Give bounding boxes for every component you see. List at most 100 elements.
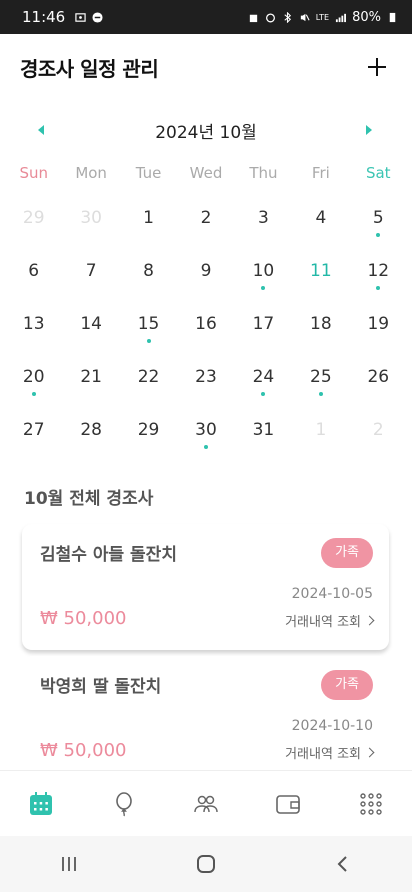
calendar-day[interactable]: 10 <box>235 251 292 304</box>
calendar-day-number: 21 <box>80 367 102 387</box>
nav-calendar[interactable] <box>0 771 82 837</box>
weekday-tue: Tue <box>135 164 162 182</box>
event-tag-badge: 가족 <box>321 538 373 568</box>
calendar-day[interactable]: 23 <box>177 357 234 410</box>
calendar-day[interactable]: 9 <box>177 251 234 304</box>
calendar-day[interactable]: 5 <box>350 198 407 251</box>
calendar-day[interactable]: 28 <box>62 410 119 463</box>
event-name: 김철수 아들 돌잔치 <box>40 545 177 565</box>
calendar-day[interactable]: 3 <box>235 198 292 251</box>
calendar-day-number: 23 <box>195 367 217 387</box>
calendar-day-number: 13 <box>22 314 45 334</box>
calendar-day[interactable]: 12 <box>350 251 407 304</box>
calendar-day-number: 6 <box>28 261 40 281</box>
back-button[interactable] <box>275 836 412 892</box>
calendar-day[interactable]: 30 <box>177 410 234 463</box>
calendar-day[interactable]: 18 <box>292 304 349 357</box>
calendar-day[interactable]: 20 <box>5 357 62 410</box>
calendar-day-number: 8 <box>143 261 154 281</box>
calendar-day-number: 1 <box>143 208 154 228</box>
transaction-history-label: 거래내역 조회 <box>285 747 361 762</box>
battery-icon <box>389 12 396 22</box>
calendar-day-number: 14 <box>80 314 102 334</box>
battery-level: 80% <box>352 9 381 25</box>
month-title: 2024년 10월 <box>155 122 257 143</box>
calendar-day[interactable]: 24 <box>235 357 292 410</box>
calendar-day-today[interactable]: 11 <box>292 251 349 304</box>
weekday-sun: Sun <box>19 164 48 182</box>
calendar-day[interactable]: 21 <box>62 357 119 410</box>
calendar-day[interactable]: 16 <box>177 304 234 357</box>
next-month-button[interactable] <box>362 123 376 137</box>
calendar-day[interactable]: 31 <box>235 410 292 463</box>
add-event-button[interactable] <box>362 52 392 82</box>
event-card[interactable]: 김철수 아들 돌잔치 가족 2024-10-05 ₩ 50,000 거래내역 조… <box>22 524 389 650</box>
calendar-day[interactable]: 2 <box>350 410 407 463</box>
calendar-day-number: 10 <box>252 261 275 281</box>
nav-wallet[interactable] <box>247 771 329 837</box>
calendar-day[interactable]: 27 <box>5 410 62 463</box>
calendar-day-number: 4 <box>315 208 327 228</box>
calendar-day[interactable]: 13 <box>5 304 62 357</box>
calendar-day-number: 26 <box>367 367 390 387</box>
signal-icon <box>336 13 347 22</box>
calendar-day[interactable]: 29 <box>5 198 62 251</box>
weekday-fri: Fri <box>311 164 330 182</box>
calendar-day[interactable]: 7 <box>62 251 119 304</box>
nav-people[interactable] <box>165 771 247 837</box>
wifi-calling-icon <box>249 14 257 22</box>
home-button[interactable] <box>137 836 274 892</box>
calendar-day-number: 7 <box>85 261 97 281</box>
calendar-day[interactable]: 6 <box>5 251 62 304</box>
balloon-icon <box>115 792 132 817</box>
event-indicator-dot <box>31 392 36 396</box>
calendar-day-number: 24 <box>252 367 275 387</box>
calendar-day[interactable]: 17 <box>235 304 292 357</box>
weekday-header: Sun Mon Tue Wed Thu Fri Sat <box>5 164 407 182</box>
home-icon <box>196 855 215 873</box>
calendar-day[interactable]: 30 <box>62 198 119 251</box>
month-navigation: 2024년 10월 <box>0 112 412 148</box>
calendar-day[interactable]: 1 <box>120 198 177 251</box>
weekday-mon: Mon <box>75 164 107 182</box>
calendar-day-number: 16 <box>195 314 217 334</box>
event-tag-badge: 가족 <box>321 670 373 700</box>
previous-month-button[interactable] <box>34 123 48 137</box>
back-icon <box>337 856 348 872</box>
event-date: 2024-10-05 <box>291 586 373 602</box>
calendar-day[interactable]: 19 <box>350 304 407 357</box>
do-not-disturb-icon <box>92 11 103 23</box>
event-indicator-dot <box>376 233 381 237</box>
event-card[interactable]: 박영희 딸 돌잔치 가족 2024-10-10 ₩ 50,000 거래내역 조회 <box>22 656 389 782</box>
recent-apps-button[interactable] <box>0 836 137 892</box>
nav-menu[interactable] <box>330 771 412 837</box>
calendar-day[interactable]: 8 <box>120 251 177 304</box>
calendar-day[interactable]: 2 <box>177 198 234 251</box>
calendar-day[interactable]: 1 <box>292 410 349 463</box>
transaction-history-link[interactable]: 거래내역 조회 <box>285 611 375 630</box>
calendar-day[interactable]: 15 <box>120 304 177 357</box>
calendar-day[interactable]: 29 <box>120 410 177 463</box>
calendar-day-number: 31 <box>252 420 275 440</box>
bluetooth-icon <box>284 11 291 23</box>
calendar-day[interactable]: 26 <box>350 357 407 410</box>
transaction-history-link[interactable]: 거래내역 조회 <box>285 743 375 762</box>
calendar-day[interactable]: 4 <box>292 198 349 251</box>
event-indicator-dot <box>376 286 381 290</box>
calendar-day[interactable]: 22 <box>120 357 177 410</box>
event-date: 2024-10-10 <box>291 718 373 734</box>
chevron-right-icon <box>364 615 375 626</box>
page-title: 경조사 일정 관리 <box>20 56 159 81</box>
calendar-day-number: 9 <box>200 261 212 281</box>
event-indicator-dot <box>318 392 323 396</box>
calendar-day[interactable]: 25 <box>292 357 349 410</box>
nav-balloon[interactable] <box>82 771 164 837</box>
mute-icon <box>300 13 310 21</box>
event-amount: ₩ 50,000 <box>40 740 127 761</box>
calendar-day-number: 20 <box>22 367 45 387</box>
event-indicator-dot <box>203 445 208 449</box>
weekday-wed: Wed <box>189 164 223 182</box>
calendar-day-number: 22 <box>137 367 160 387</box>
calendar-day-number: 11 <box>310 261 332 281</box>
calendar-day[interactable]: 14 <box>62 304 119 357</box>
